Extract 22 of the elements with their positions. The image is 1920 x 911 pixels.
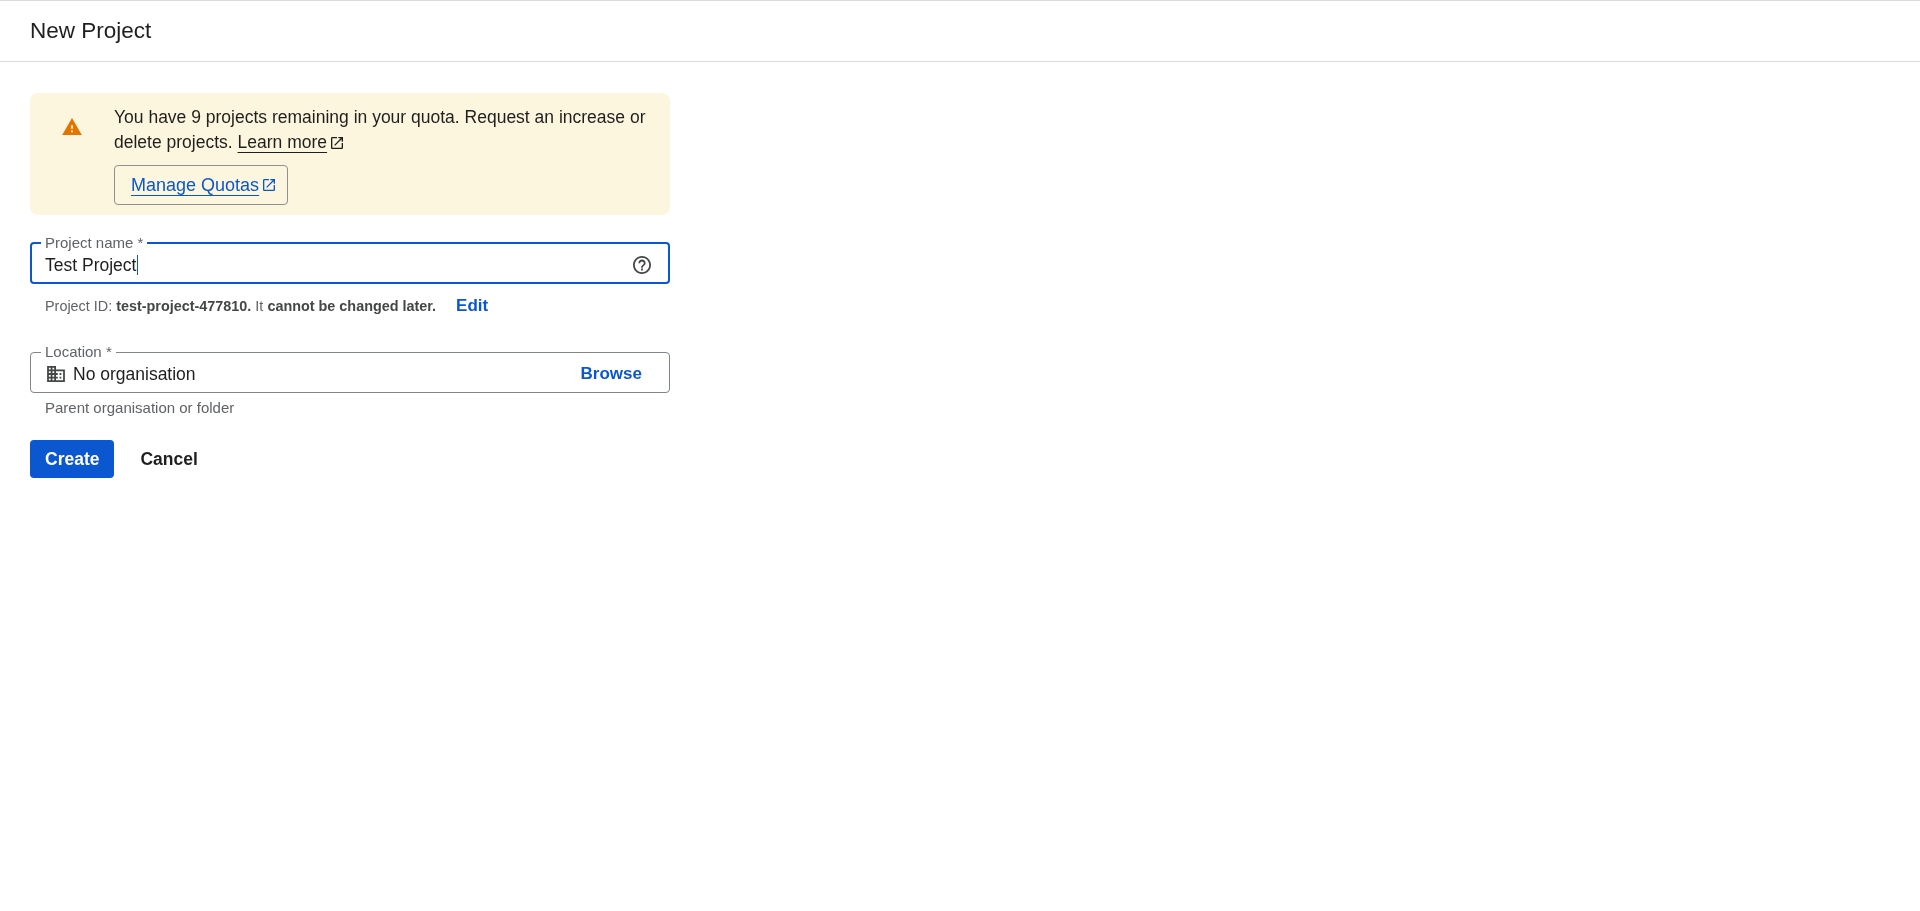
project-id-hint: Project ID: test-project-477810. It cannot be changed later. — [45, 297, 437, 316]
help-icon[interactable] — [633, 256, 651, 274]
location-field[interactable]: Location * No organisation Browse — [30, 344, 670, 393]
project-name-field[interactable]: Project name * Test Project — [30, 235, 670, 284]
field-value: Test Project — [45, 254, 137, 276]
cancel-button[interactable]: Cancel — [128, 440, 210, 478]
building-icon — [47, 366, 65, 382]
edit-link[interactable]: Edit — [452, 296, 493, 316]
text-cursor-icon — [137, 255, 139, 275]
page-title: New Project — [30, 18, 152, 44]
external-link-icon — [331, 136, 344, 149]
external-link-icon — [263, 179, 276, 191]
field-label: Location * — [44, 344, 113, 360]
quota-message: You have 9 projects remaining in your quota. Request an increase or delete projects. Learn more — [114, 105, 654, 155]
learn-more-link[interactable]: Learn more — [237, 130, 344, 155]
field-label: Project name * — [44, 235, 145, 251]
field-value: No organisation — [73, 363, 196, 385]
manage-quotas-button[interactable]: Manage Quotas — [114, 165, 289, 205]
warning-icon — [62, 118, 82, 135]
browse-button[interactable]: Browse — [572, 364, 655, 384]
create-button[interactable]: Create — [30, 440, 115, 478]
location-helper-text: Parent organisation or folder — [45, 399, 236, 417]
